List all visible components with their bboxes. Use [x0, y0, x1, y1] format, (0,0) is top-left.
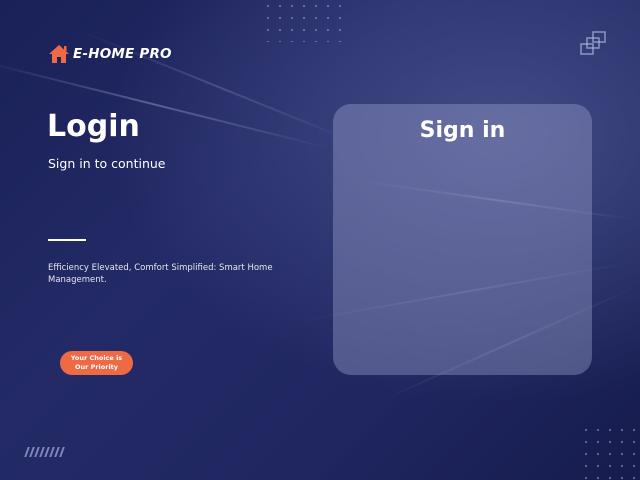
- diagonal-hatch-icon: [24, 447, 65, 457]
- signin-card: Sign in: [333, 104, 592, 375]
- divider: [48, 239, 86, 241]
- brand-logo: E-HOME PRO: [48, 44, 172, 64]
- badge-line-2: Our Priority: [74, 363, 119, 371]
- badge-line-1: Your Choice is: [70, 354, 123, 362]
- dot-grid-bottom-right: [580, 424, 640, 480]
- login-page: E-HOME PRO Login Sign in to continue Eff…: [0, 0, 640, 480]
- page-subtitle: Sign in to continue: [48, 156, 166, 171]
- page-title: Login: [47, 109, 140, 144]
- tagline: Efficiency Elevated, Comfort Simplified:…: [48, 263, 273, 285]
- brand-name: E-HOME PRO: [73, 46, 172, 62]
- signin-title: Sign in: [419, 118, 506, 143]
- stacked-squares-icon: [580, 31, 606, 55]
- house-icon: [49, 45, 69, 63]
- priority-badge: Your Choice is Our Priority: [60, 351, 133, 375]
- dot-grid-top: [262, 0, 346, 42]
